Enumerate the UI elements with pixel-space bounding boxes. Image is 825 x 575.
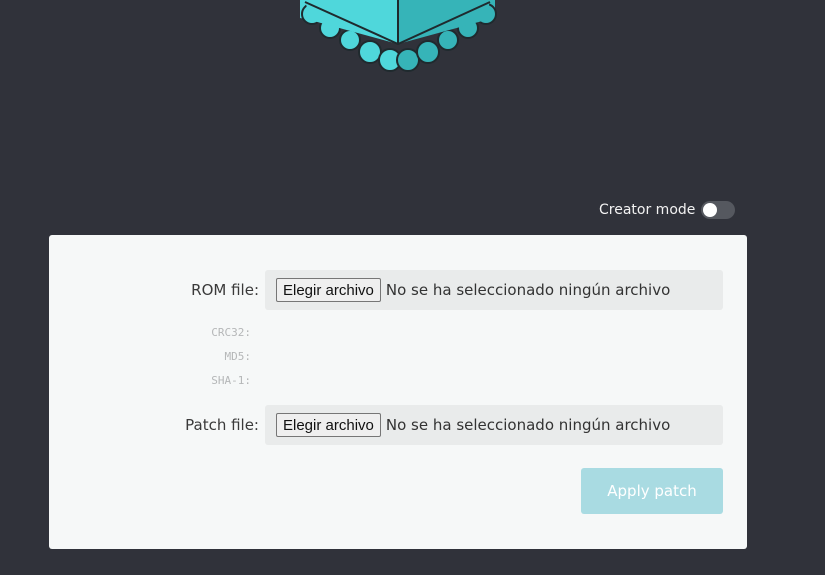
rom-choose-file-button[interactable]: Elegir archivo <box>276 278 381 302</box>
patch-file-input[interactable]: Elegir archivo No se ha seleccionado nin… <box>265 405 723 445</box>
creator-mode-label: Creator mode <box>599 202 696 218</box>
toggle-knob <box>703 203 718 217</box>
rom-file-status: No se ha seleccionado ningún archivo <box>385 281 671 299</box>
patcher-panel: ROM file: Elegir archivo No se ha selecc… <box>49 235 747 549</box>
rom-file-input[interactable]: Elegir archivo No se ha seleccionado nin… <box>265 270 723 310</box>
rom-file-label: ROM file: <box>191 281 259 299</box>
apply-patch-button[interactable]: Apply patch <box>581 468 723 514</box>
patch-choose-file-button[interactable]: Elegir archivo <box>276 413 381 437</box>
rom-patcher-logo-icon <box>300 0 497 72</box>
crc32-label: CRC32: <box>211 326 251 339</box>
md5-label: MD5: <box>224 350 252 363</box>
creator-mode-control: Creator mode <box>599 201 736 219</box>
logo-area <box>0 0 825 90</box>
creator-mode-toggle[interactable] <box>701 201 736 219</box>
sha1-label: SHA-1: <box>211 374 251 387</box>
patch-file-status: No se ha seleccionado ningún archivo <box>385 416 671 434</box>
patch-file-label: Patch file: <box>185 416 259 434</box>
